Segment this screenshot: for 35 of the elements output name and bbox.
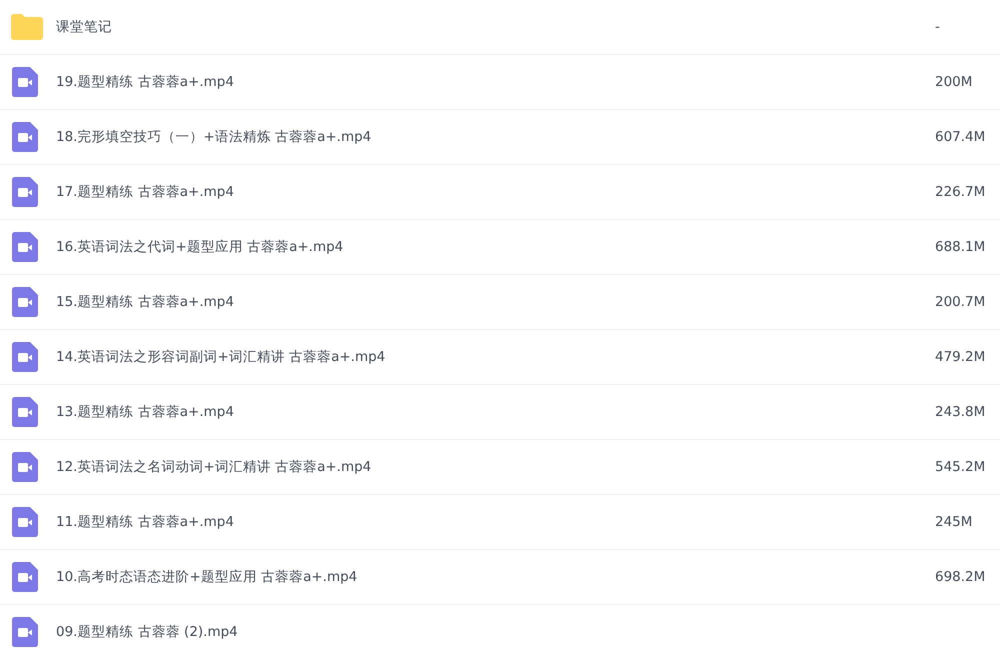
video-file-icon [12,177,38,207]
file-size: 243.8M [935,404,986,420]
video-file-icon [12,67,38,97]
file-name[interactable]: 16.英语词法之代词+题型应用 古蓉蓉a+.mp4 [56,238,344,256]
video-file-icon [12,287,38,317]
video-file-icon [12,452,38,482]
file-name[interactable]: 15.题型精练 古蓉蓉a+.mp4 [56,293,234,311]
file-size: 545.2M [935,459,986,475]
video-file-icon [12,342,38,372]
file-size: 245M [935,514,972,530]
file-name[interactable]: 14.英语词法之形容词副词+词汇精讲 古蓉蓉a+.mp4 [56,348,386,366]
file-name[interactable]: 18.完形填空技巧（一）+语法精炼 古蓉蓉a+.mp4 [56,128,372,146]
file-size: - [935,19,940,35]
video-file-icon [12,232,38,262]
file-name[interactable]: 课堂笔记 [56,18,112,36]
file-size: 200.7M [935,294,986,310]
video-file-icon [12,397,38,427]
file-size: 688.1M [935,239,986,255]
file-name[interactable]: 13.题型精练 古蓉蓉a+.mp4 [56,403,234,421]
file-size: 698.2M [935,569,986,585]
file-name[interactable]: 09.题型精练 古蓉蓉 (2).mp4 [56,623,238,641]
video-file-icon [12,507,38,537]
file-size: 479.2M [935,349,986,365]
file-name[interactable]: 11.题型精练 古蓉蓉a+.mp4 [56,513,234,531]
folder-icon [11,14,43,40]
file-size: 607.4M [935,129,986,145]
file-name[interactable]: 10.高考时态语态进阶+题型应用 古蓉蓉a+.mp4 [56,568,358,586]
file-name[interactable]: 12.英语词法之名词动词+词汇精讲 古蓉蓉a+.mp4 [56,458,372,476]
file-name[interactable]: 17.题型精练 古蓉蓉a+.mp4 [56,183,234,201]
file-name[interactable]: 19.题型精练 古蓉蓉a+.mp4 [56,73,234,91]
file-size: 226.7M [935,184,986,200]
video-file-icon [12,617,38,647]
video-file-icon [12,562,38,592]
video-file-icon [12,122,38,152]
file-size: 200M [935,74,972,90]
